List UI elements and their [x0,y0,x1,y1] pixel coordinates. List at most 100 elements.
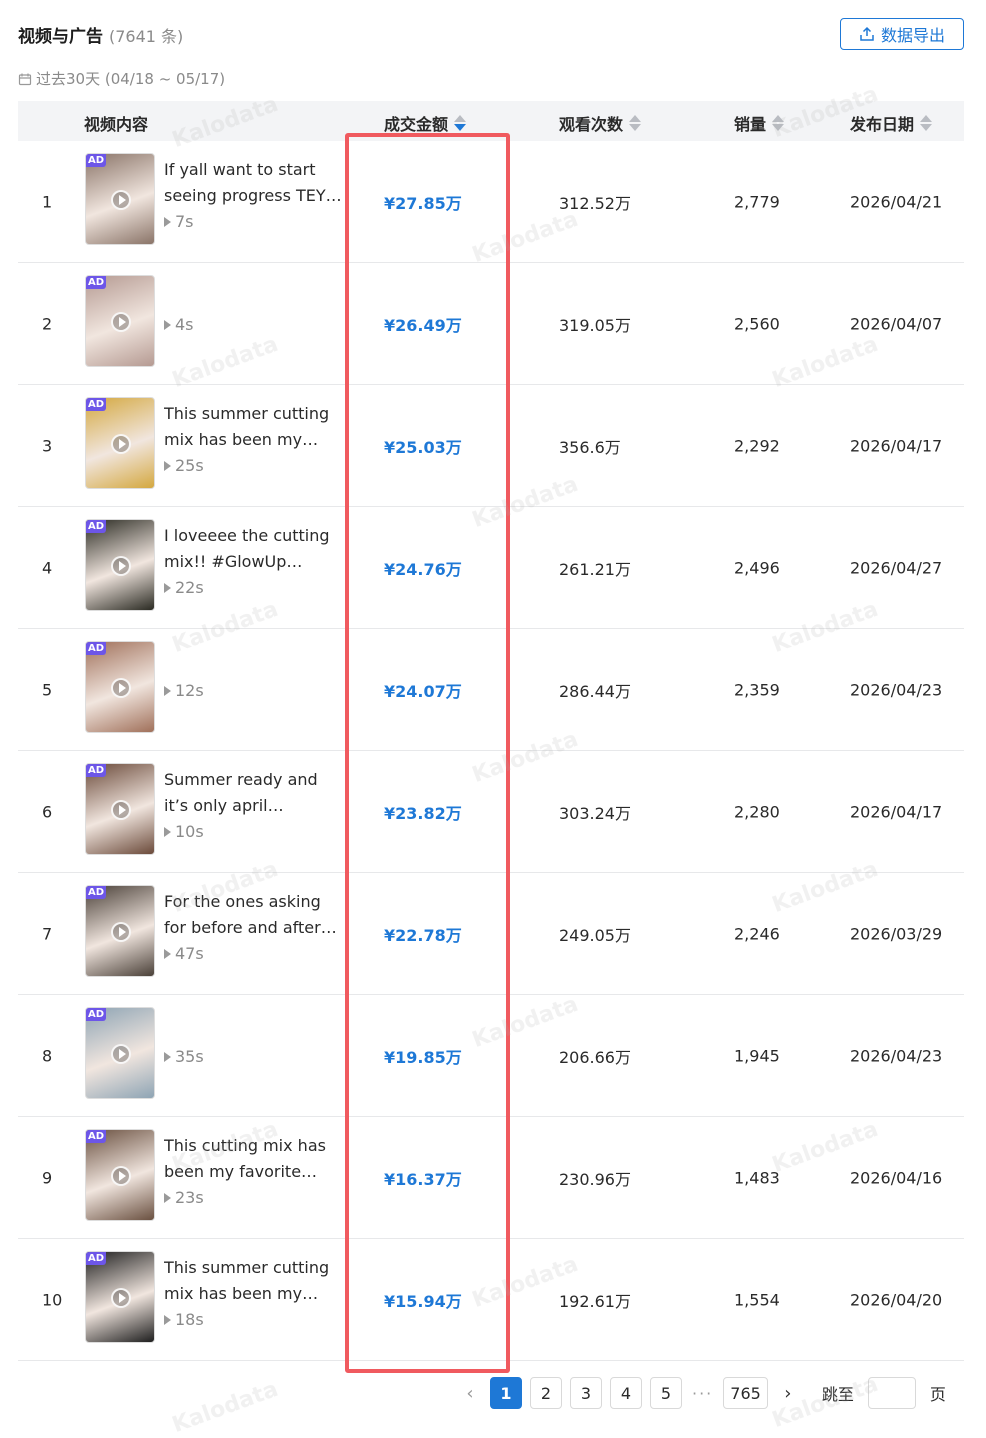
play-icon[interactable] [111,1044,131,1064]
video-title[interactable]: This summer cutting mix has been my… [164,401,344,453]
title-text: 视频与广告 [18,27,103,47]
export-button[interactable]: 数据导出 [840,18,964,50]
views-value: 319.05万 [559,315,631,335]
sales-value: 1,483 [734,1168,780,1187]
publish-date: 2026/04/23 [850,1046,943,1065]
publish-date: 2026/04/17 [850,802,943,821]
table-row[interactable]: 3 AD This summer cutting mix has been my… [18,385,964,507]
views-value: 312.52万 [559,193,631,213]
play-icon[interactable] [111,922,131,942]
video-thumbnail[interactable]: AD [85,519,155,611]
play-icon[interactable] [111,434,131,454]
table-row[interactable]: 8 AD 35s ¥19.85万 206.66万 1,945 2026/04/2… [18,995,964,1117]
video-thumbnail[interactable]: AD [85,641,155,733]
date-range-label: 过去30天 (04/18 ~ 05/17) [36,70,226,88]
sort-icon[interactable] [454,115,467,131]
gmv-value: ¥25.03万 [384,437,462,457]
video-title[interactable]: If yall want to start seeing progress TE… [164,157,344,209]
table-row[interactable]: 10 AD This summer cutting mix has been m… [18,1239,964,1361]
table-row[interactable]: 2 AD 4s ¥26.49万 319.05万 2,560 2026/04/07 [18,263,964,385]
table-row[interactable]: 6 AD Summer ready and it’s only april #G… [18,751,964,873]
page-2[interactable]: 2 [530,1377,562,1409]
col-gmv[interactable]: 成交金额 [384,111,467,135]
gmv-value: ¥23.82万 [384,803,462,823]
video-thumbnail[interactable]: AD [85,763,155,855]
publish-date: 2026/04/21 [850,192,943,211]
rank: 5 [42,680,53,699]
views-value: 206.66万 [559,1047,631,1067]
views-value: 249.05万 [559,925,631,945]
jump-page-input[interactable] [867,1377,916,1409]
publish-date: 2026/04/17 [850,436,943,455]
video-thumbnail[interactable]: AD [85,1007,155,1099]
video-title[interactable]: Summer ready and it’s only april #GlowUp… [164,767,344,819]
rank: 9 [42,1168,53,1187]
prev-page-button[interactable]: ‹ [458,1377,482,1409]
publish-date: 2026/04/07 [850,314,943,333]
ad-badge: AD [86,1252,107,1265]
jump-label: 跳至 [821,1385,854,1404]
page-4[interactable]: 4 [610,1377,642,1409]
play-icon[interactable] [111,1166,131,1186]
video-thumbnail[interactable]: AD [85,885,155,977]
views-value: 286.44万 [559,681,631,701]
video-title[interactable]: For the ones asking for before and after… [164,889,344,941]
ad-badge: AD [86,886,107,899]
table-row[interactable]: 5 AD 12s ¥24.07万 286.44万 2,359 2026/04/2… [18,629,964,751]
table-row[interactable]: 4 AD I loveeee the cutting mix!! #GlowUp… [18,507,964,629]
video-thumbnail[interactable]: AD [85,1251,155,1343]
video-duration: 22s [164,575,344,601]
result-count: (7641 条) [109,27,184,46]
video-thumbnail[interactable]: AD [85,1129,155,1221]
page-3[interactable]: 3 [570,1377,602,1409]
table-body: 1 AD If yall want to start seeing progre… [18,141,964,1361]
video-table: 视频内容 成交金额 观看次数 销量 发布日期 1 AD If yall want… [18,101,964,1361]
play-icon[interactable] [111,800,131,820]
views-value: 230.96万 [559,1169,631,1189]
table-row[interactable]: 1 AD If yall want to start seeing progre… [18,141,964,263]
col-date[interactable]: 发布日期 [850,111,933,135]
sales-value: 2,560 [734,314,780,333]
sort-icon[interactable] [920,115,933,131]
table-row[interactable]: 7 AD For the ones asking for before and … [18,873,964,995]
sort-icon[interactable] [629,115,642,131]
table-row[interactable]: 9 AD This cutting mix has been my favori… [18,1117,964,1239]
video-info: For the ones asking for before and after… [164,889,344,981]
video-title[interactable]: This cutting mix has been my favorite… [164,1133,344,1185]
play-icon[interactable] [111,678,131,698]
col-sales[interactable]: 销量 [734,111,785,135]
video-duration: 47s [164,941,344,967]
play-icon[interactable] [111,312,131,332]
gmv-value: ¥27.85万 [384,193,462,213]
publish-date: 2026/04/27 [850,558,943,577]
page-last[interactable]: 765 [723,1377,768,1409]
video-duration: 25s [164,453,344,479]
video-thumbnail[interactable]: AD [85,397,155,489]
gmv-value: ¥16.37万 [384,1169,462,1189]
col-content: 视频内容 [84,115,149,134]
video-thumbnail[interactable]: AD [85,275,155,367]
video-title[interactable]: This summer cutting mix has been my… [164,1255,344,1307]
sales-value: 2,779 [734,192,780,211]
sort-icon[interactable] [772,115,785,131]
rank: 7 [42,924,53,943]
next-page-button[interactable]: › [775,1377,800,1409]
section-title: 视频与广告 (7641 条) [18,22,183,47]
date-range[interactable]: 过去30天 (04/18 ~ 05/17) [18,68,225,89]
ad-badge: AD [86,520,107,533]
upload-icon [860,26,874,41]
publish-date: 2026/04/16 [850,1168,943,1187]
play-icon[interactable] [111,556,131,576]
views-value: 356.6万 [559,437,621,457]
col-views[interactable]: 观看次数 [559,111,642,135]
play-icon[interactable] [111,1288,131,1308]
page-1[interactable]: 1 [490,1377,522,1409]
video-info: 35s [164,1011,344,1103]
page-5[interactable]: 5 [650,1377,682,1409]
video-title[interactable]: I loveeee the cutting mix!! #GlowUp… [164,523,344,575]
play-icon[interactable] [111,190,131,210]
section-header: 视频与广告 (7641 条) 数据导出 [18,18,964,52]
video-thumbnail[interactable]: AD [85,153,155,245]
video-info: If yall want to start seeing progress TE… [164,157,344,249]
sales-value: 2,496 [734,558,780,577]
